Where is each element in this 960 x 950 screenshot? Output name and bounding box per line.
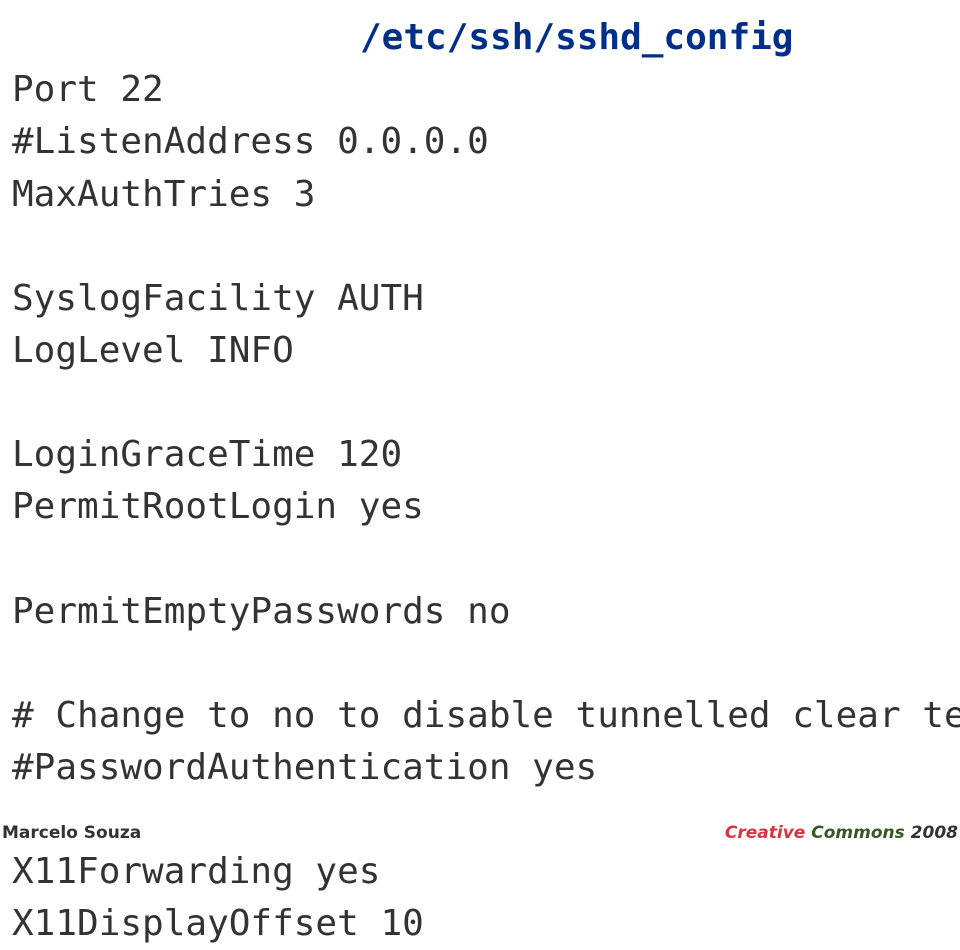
blank-line: [12, 534, 960, 586]
commons-text: Commons: [811, 823, 904, 843]
config-content: /etc/ssh/sshd_config Port 22 #ListenAddr…: [0, 0, 960, 950]
config-line: Port 22: [12, 64, 960, 116]
creative-text: Creative: [725, 823, 805, 843]
blank-line: [12, 638, 960, 690]
config-line: # Change to no to disable tunnelled clea…: [12, 690, 960, 742]
blank-line: [12, 377, 960, 429]
config-line: MaxAuthTries 3: [12, 169, 960, 221]
config-line: PermitRootLogin yes: [12, 481, 960, 533]
footer: Marcelo Souza Creative Commons 2008: [0, 823, 960, 845]
config-line: PermitEmptyPasswords no: [12, 586, 960, 638]
config-line: LoginGraceTime 120: [12, 429, 960, 481]
config-line: SyslogFacility AUTH: [12, 273, 960, 325]
config-line: #PasswordAuthentication yes: [12, 742, 960, 794]
author-name: Marcelo Souza: [2, 823, 141, 843]
config-line: LogLevel INFO: [12, 325, 960, 377]
year-text: 2008: [911, 823, 958, 843]
config-line: #ListenAddress 0.0.0.0: [12, 116, 960, 168]
config-line: X11DisplayOffset 10: [12, 898, 960, 950]
file-title: /etc/ssh/sshd_config: [12, 12, 960, 64]
license-label: Creative Commons 2008: [725, 823, 958, 843]
blank-line: [12, 221, 960, 273]
config-line: X11Forwarding yes: [12, 846, 960, 898]
